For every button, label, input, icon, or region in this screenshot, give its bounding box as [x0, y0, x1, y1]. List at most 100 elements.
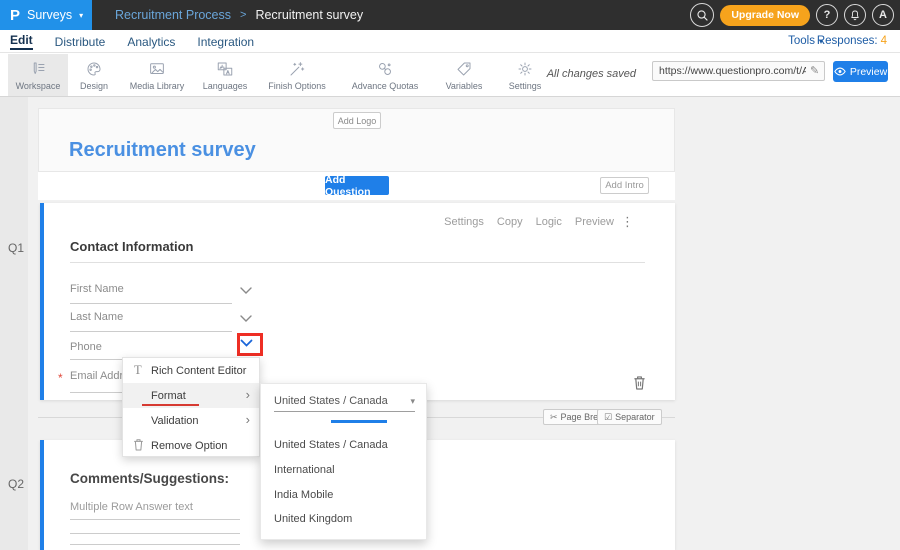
toolbar-item-label: Variables — [446, 81, 483, 91]
field-label-email[interactable]: Email Addre — [70, 370, 129, 382]
breadcrumb-separator-icon: > — [240, 9, 246, 21]
question-more-menu-icon[interactable]: ⋮ — [621, 214, 634, 230]
app-root: P Surveys ▾ Recruitment Process > Recrui… — [0, 0, 900, 550]
field-underline — [70, 331, 232, 332]
surveys-menu[interactable]: P Surveys ▾ — [0, 0, 92, 30]
search-button[interactable] — [690, 3, 714, 27]
breadcrumb-parent[interactable]: Recruitment Process — [115, 8, 231, 22]
toolbar-item-label: Design — [80, 81, 108, 91]
gear-icon — [516, 60, 534, 78]
tab-edit[interactable]: Edit — [10, 32, 33, 50]
bell-icon — [849, 9, 861, 22]
nav-tabs: Edit Distribute Analytics Integration — [10, 30, 276, 52]
question-mark-icon: ? — [824, 9, 831, 21]
delete-option-trash-icon[interactable] — [633, 375, 646, 390]
format-option-international[interactable]: International — [274, 464, 335, 476]
field-chevron-down-icon[interactable] — [240, 287, 252, 295]
menu-item-label: Format — [151, 390, 186, 402]
account-avatar[interactable]: A — [872, 4, 894, 26]
responses-label: Responses: — [817, 35, 878, 47]
menu-item-validation[interactable]: Validation › — [123, 408, 259, 433]
question-copy-link[interactable]: Copy — [497, 216, 523, 228]
toolbar-item-label: Settings — [509, 81, 542, 91]
answer-placeholder-text[interactable]: Multiple Row Answer text — [70, 501, 193, 513]
toolbar-item-label: Finish Options — [268, 81, 326, 91]
tab-distribute[interactable]: Distribute — [55, 34, 106, 49]
notifications-button[interactable] — [844, 4, 866, 26]
toolbar-item-media-library[interactable]: Media Library — [120, 54, 194, 96]
toolbar-item-advance-quotas[interactable]: Advance Quotas — [338, 54, 432, 96]
share-url-input[interactable] — [652, 61, 825, 81]
preview-button[interactable]: Preview — [833, 61, 888, 82]
menu-item-remove-option[interactable]: Remove Option — [123, 433, 259, 458]
select-caret-icon[interactable]: ▾ — [410, 396, 415, 407]
topbar-actions: Upgrade Now ? A — [690, 0, 894, 30]
format-option-us-canada[interactable]: United States / Canada — [274, 439, 388, 451]
annotation-underline — [142, 404, 199, 406]
top-bar: P Surveys ▾ Recruitment Process > Recrui… — [0, 0, 900, 30]
field-label-first-name[interactable]: First Name — [70, 283, 124, 295]
tag-icon — [455, 60, 473, 78]
workspace-icon — [29, 60, 47, 78]
menu-item-label: Validation — [151, 415, 199, 427]
question-logic-link[interactable]: Logic — [536, 216, 562, 228]
toolbar-item-design[interactable]: Design — [68, 54, 120, 96]
field-label-phone[interactable]: Phone — [70, 341, 102, 353]
upgrade-now-button[interactable]: Upgrade Now — [720, 5, 810, 26]
translate-icon — [216, 60, 234, 78]
edit-url-pencil-icon[interactable]: ✎ — [810, 64, 819, 77]
trash-icon — [133, 438, 144, 451]
question-number-q1: Q1 — [8, 241, 24, 255]
scissors-icon: ✂ — [550, 412, 558, 423]
toolbar-item-variables[interactable]: Variables — [432, 54, 496, 96]
answer-underline — [70, 544, 240, 545]
field-label-last-name[interactable]: Last Name — [70, 311, 123, 323]
avatar-letter: A — [879, 9, 887, 21]
separator-button[interactable]: ☑ Separator — [597, 409, 662, 425]
search-icon — [696, 9, 709, 22]
breadcrumb-current: Recruitment survey — [255, 8, 363, 22]
menu-item-label: Remove Option — [151, 440, 227, 452]
question-preview-link[interactable]: Preview — [575, 216, 614, 228]
answer-underline — [70, 519, 240, 520]
format-submenu-panel: United States / Canada ▾ United States /… — [260, 383, 427, 540]
format-option-united-kingdom[interactable]: United Kingdom — [274, 513, 352, 525]
breadcrumb: Recruitment Process > Recruitment survey — [115, 0, 363, 30]
question-title[interactable]: Contact Information — [70, 239, 194, 254]
toolbar-item-languages[interactable]: Languages — [194, 54, 256, 96]
tab-analytics[interactable]: Analytics — [127, 34, 175, 49]
add-controls-row: Add Question Add Intro — [38, 172, 675, 200]
palette-icon — [85, 60, 103, 78]
required-asterisk: * — [58, 371, 63, 385]
tab-integration[interactable]: Integration — [197, 34, 254, 49]
format-select-value[interactable]: United States / Canada — [274, 395, 388, 407]
toolbar-item-workspace[interactable]: Workspace — [8, 54, 68, 96]
menu-item-label: Rich Content Editor — [151, 365, 246, 377]
question-actions: Settings Copy Logic Preview — [444, 216, 614, 228]
toolbar-item-settings[interactable]: Settings — [496, 54, 554, 96]
question-settings-link[interactable]: Settings — [444, 216, 484, 228]
add-intro-button[interactable]: Add Intro — [600, 177, 649, 194]
checkbox-icon: ☑ — [604, 412, 612, 423]
question-title[interactable]: Comments/Suggestions: — [70, 471, 229, 486]
add-question-button[interactable]: Add Question — [325, 176, 389, 195]
menu-item-rich-content-editor[interactable]: T Rich Content Editor — [123, 358, 259, 383]
image-icon — [148, 60, 166, 78]
product-menu-label: Surveys — [27, 8, 72, 22]
save-status-text: All changes saved — [547, 68, 636, 80]
separator-label: Separator — [615, 412, 655, 422]
preview-label: Preview — [850, 66, 887, 78]
field-chevron-down-icon[interactable] — [240, 315, 252, 323]
help-button[interactable]: ? — [816, 4, 838, 26]
chevron-right-icon: › — [246, 412, 250, 427]
annotation-highlight-box — [237, 333, 263, 356]
toolbar-item-finish-options[interactable]: Finish Options — [256, 54, 338, 96]
format-option-india-mobile[interactable]: India Mobile — [274, 489, 333, 501]
text-format-icon: T — [134, 363, 142, 378]
add-logo-button[interactable]: Add Logo — [333, 112, 381, 129]
responses-count: 4 — [881, 35, 887, 47]
survey-title[interactable]: Recruitment survey — [69, 139, 256, 162]
survey-nav: Edit Distribute Analytics Integration To… — [0, 30, 900, 52]
answer-underline — [70, 533, 240, 534]
responses-link[interactable]: Responses: 4 — [817, 30, 887, 52]
